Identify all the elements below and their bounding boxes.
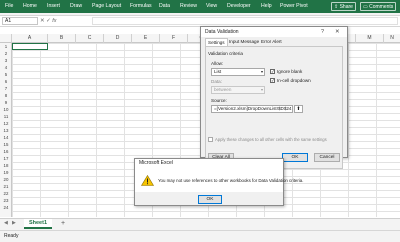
allow-value: List	[214, 69, 222, 74]
section-title: Validation criteria	[208, 51, 243, 56]
name-box[interactable]: A1	[2, 17, 38, 25]
formula-buttons: ✕ ✓ fx	[40, 17, 90, 25]
row-header-column: 1 2 3 4 5 6 7 8 9 10 11 12 13 14 15 16 17 18 19 20 21 22 23 24	[0, 43, 12, 217]
status-bar: Ready	[0, 230, 400, 242]
tab-input-message[interactable]: Input Message	[227, 38, 261, 46]
share-label: Share	[339, 4, 353, 10]
column-header[interactable]: B	[48, 34, 76, 43]
column-header[interactable]: C	[76, 34, 104, 43]
close-icon[interactable]: ✕	[335, 27, 340, 37]
column-header[interactable]: N	[384, 34, 400, 43]
comments-button[interactable]: ▭ Comments	[360, 2, 397, 11]
tab-help[interactable]: Help	[261, 0, 272, 13]
column-header[interactable]: D	[104, 34, 132, 43]
data-label: Data:	[211, 79, 222, 84]
formula-input[interactable]	[92, 17, 398, 25]
settings-panel: Validation criteria Allow: List ▾ ✓ Igno…	[205, 46, 343, 169]
excel-alert-dialog: Microsoft Excel You may not use referenc…	[134, 158, 303, 206]
column-header[interactable]: F	[160, 34, 188, 43]
alert-title: Microsoft Excel	[135, 159, 283, 168]
source-input[interactable]: =[Version2.xlsm]DropDownList!$D$24	[211, 105, 293, 113]
add-sheet-icon[interactable]: +	[58, 219, 68, 229]
in-cell-dropdown-checkbox[interactable]: ✓	[270, 78, 275, 83]
data-select: between ▾	[211, 86, 265, 94]
row-header[interactable]: 2	[0, 50, 12, 57]
status-text: Ready	[4, 233, 19, 239]
chevron-down-icon: ▾	[260, 87, 263, 92]
row-header[interactable]: 1	[0, 43, 12, 50]
row-header[interactable]: 16	[0, 148, 12, 155]
row-header[interactable]: 7	[0, 85, 12, 92]
row-header[interactable]: 13	[0, 127, 12, 134]
apply-all-checkbox[interactable]	[208, 137, 213, 142]
tab-page-layout[interactable]: Page Layout	[92, 0, 121, 13]
row-header[interactable]: 6	[0, 78, 12, 85]
confirm-entry-icon[interactable]: ✓	[46, 18, 51, 24]
row-header[interactable]: 21	[0, 183, 12, 190]
data-validation-dialog: Data Validation ? ✕ Settings Input Messa…	[200, 26, 348, 169]
warning-icon	[141, 175, 154, 186]
row-header[interactable]: 14	[0, 134, 12, 141]
scroll-tabs-right-icon[interactable]: ▶	[12, 220, 16, 226]
ignore-blank-checkbox[interactable]: ✓	[270, 69, 275, 74]
data-value: between	[214, 87, 232, 92]
scroll-tabs-left-icon[interactable]: ◀	[4, 220, 8, 226]
row-header[interactable]: 12	[0, 120, 12, 127]
in-cell-dropdown-label: In-cell dropdown	[277, 78, 311, 83]
tab-file[interactable]: File	[5, 0, 13, 13]
row-header[interactable]: 3	[0, 57, 12, 64]
tab-formulas[interactable]: Formulas	[130, 0, 152, 13]
ribbon-tab-bar: File Home Insert Draw Page Layout Formul…	[0, 0, 400, 13]
row-header[interactable]: 11	[0, 113, 12, 120]
tab-developer[interactable]: Developer	[227, 0, 251, 13]
column-header[interactable]: M	[356, 34, 384, 43]
row-header[interactable]: 15	[0, 141, 12, 148]
row-header[interactable]: 5	[0, 71, 12, 78]
row-header[interactable]: 23	[0, 197, 12, 204]
tab-insert[interactable]: Insert	[47, 0, 60, 13]
apply-all-label: Apply these changes to all other cells w…	[215, 137, 327, 142]
chevron-down-icon: ▾	[260, 69, 263, 74]
tab-data[interactable]: Data	[159, 0, 170, 13]
tab-view[interactable]: View	[206, 0, 217, 13]
row-header[interactable]: 8	[0, 92, 12, 99]
source-label: Source:	[211, 98, 227, 103]
row-header[interactable]: 19	[0, 169, 12, 176]
insert-function-icon[interactable]: fx	[52, 18, 56, 24]
dialog-title: Data Validation	[201, 27, 347, 37]
cancel-button[interactable]: Cancel	[314, 153, 340, 162]
sheet-tab-sheet1[interactable]: Sheet1	[24, 219, 52, 229]
tab-power-pivot[interactable]: Power Pivot	[280, 0, 308, 13]
collapse-range-icon[interactable]: ⬆	[294, 105, 303, 113]
cancel-entry-icon[interactable]: ✕	[40, 18, 45, 24]
share-button[interactable]: ⇪ Share	[331, 2, 356, 11]
comments-label: Comments	[369, 4, 394, 10]
active-cell-a1[interactable]	[12, 43, 48, 50]
tab-review[interactable]: Review	[180, 0, 197, 13]
row-header[interactable]: 24	[0, 204, 12, 211]
row-header[interactable]: 17	[0, 155, 12, 162]
row-header[interactable]: 4	[0, 64, 12, 71]
allow-label: Allow:	[211, 61, 224, 66]
ok-button[interactable]: OK	[282, 153, 308, 162]
row-header[interactable]: 20	[0, 176, 12, 183]
ignore-blank-label: Ignore blank	[277, 69, 303, 74]
row-header[interactable]: 18	[0, 162, 12, 169]
tab-error-alert[interactable]: Error Alert	[259, 38, 284, 46]
alert-ok-button[interactable]: OK	[198, 195, 222, 204]
column-header[interactable]: A	[12, 34, 48, 43]
select-all-corner[interactable]	[0, 34, 12, 43]
tab-home[interactable]: Home	[23, 0, 37, 13]
alert-message: You may not use references to other work…	[158, 178, 304, 183]
help-icon[interactable]: ?	[321, 27, 324, 37]
tab-settings[interactable]: Settings	[205, 38, 228, 46]
column-header[interactable]: E	[132, 34, 160, 43]
tab-draw[interactable]: Draw	[70, 0, 82, 13]
allow-select[interactable]: List ▾	[211, 68, 265, 76]
row-header[interactable]: 10	[0, 106, 12, 113]
row-header[interactable]: 9	[0, 99, 12, 106]
row-header[interactable]: 22	[0, 190, 12, 197]
